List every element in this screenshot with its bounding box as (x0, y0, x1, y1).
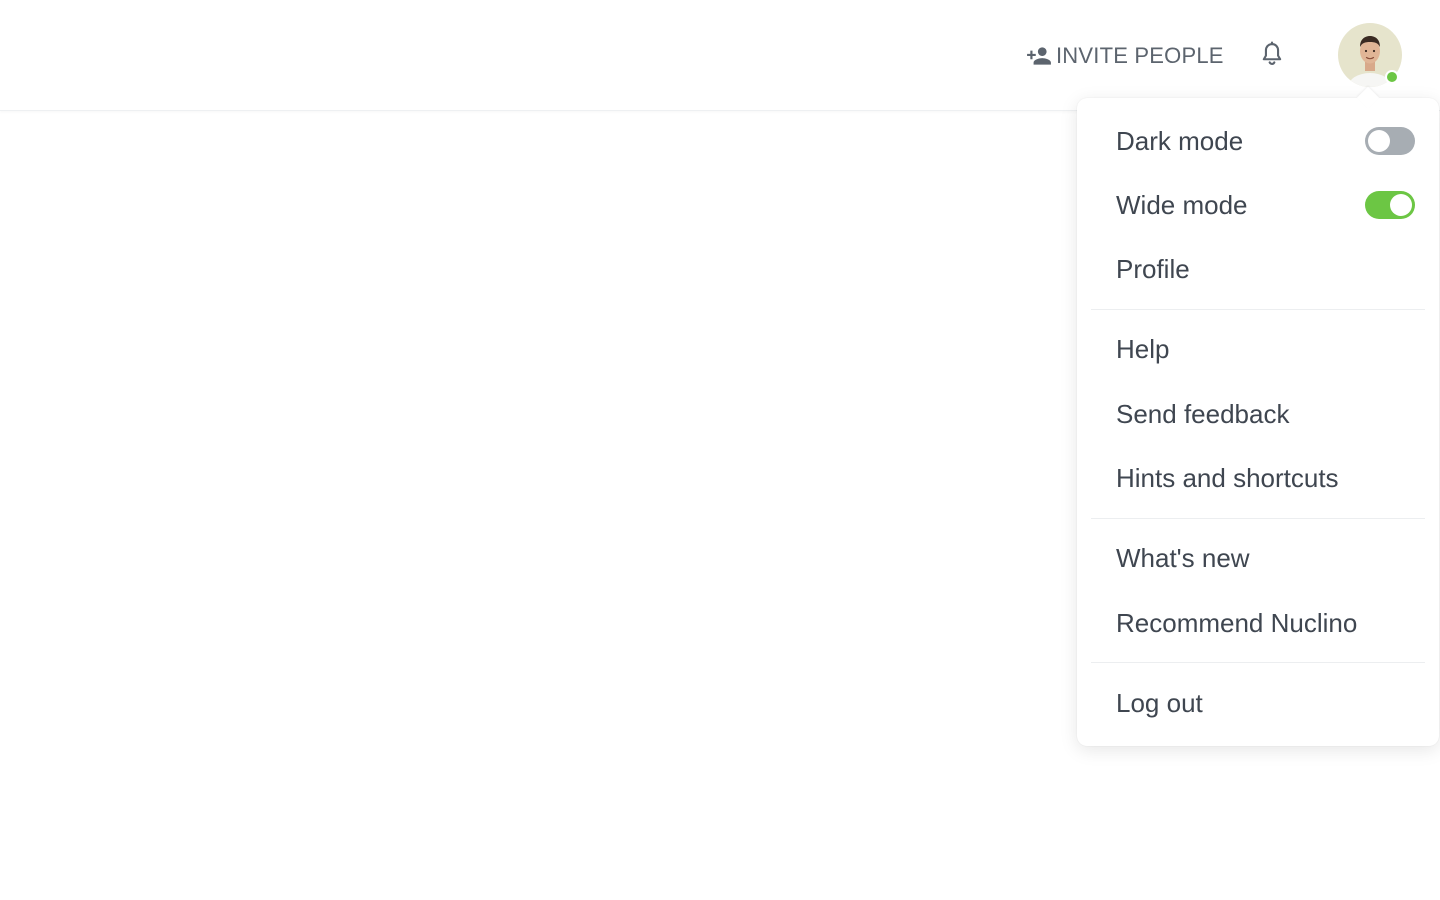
bell-icon (1262, 41, 1282, 65)
notifications-button[interactable] (1254, 36, 1290, 72)
dark-mode-label: Dark mode (1116, 125, 1244, 156)
menu-item-help[interactable]: Help (1077, 321, 1439, 377)
whats-new-label: What's new (1116, 542, 1250, 573)
presence-online-indicator (1385, 70, 1399, 84)
log-out-label: Log out (1116, 687, 1203, 718)
invite-people-button[interactable]: INVITE PEOPLE (1026, 38, 1224, 74)
wide-mode-toggle[interactable] (1365, 191, 1415, 219)
hints-shortcuts-label: Hints and shortcuts (1116, 462, 1339, 493)
menu-item-log-out[interactable]: Log out (1077, 675, 1439, 731)
menu-item-whats-new[interactable]: What's new (1077, 530, 1439, 586)
menu-divider (1091, 662, 1425, 663)
recommend-label: Recommend Nuclino (1116, 607, 1358, 638)
menu-item-wide-mode[interactable]: Wide mode (1077, 177, 1439, 233)
menu-divider (1091, 518, 1425, 519)
top-bar: INVITE PEOPLE (0, 0, 1440, 111)
invite-people-label: INVITE PEOPLE (1056, 43, 1224, 68)
menu-item-hints-shortcuts[interactable]: Hints and shortcuts (1077, 450, 1439, 506)
help-label: Help (1116, 333, 1170, 364)
account-menu: Dark mode Wide mode Profile Help Send fe… (1077, 86, 1439, 746)
avatar[interactable] (1338, 23, 1402, 87)
wide-mode-label: Wide mode (1116, 189, 1248, 220)
menu-item-recommend[interactable]: Recommend Nuclino (1077, 595, 1439, 651)
send-feedback-label: Send feedback (1116, 398, 1290, 429)
toggle-knob (1390, 194, 1412, 216)
menu-divider (1091, 309, 1425, 310)
menu-item-send-feedback[interactable]: Send feedback (1077, 386, 1439, 442)
menu-item-profile[interactable]: Profile (1077, 241, 1439, 297)
profile-label: Profile (1116, 253, 1190, 284)
toggle-knob (1368, 130, 1390, 152)
dark-mode-toggle[interactable] (1365, 127, 1415, 155)
add-person-icon (1027, 47, 1051, 65)
menu-item-dark-mode[interactable]: Dark mode (1077, 113, 1439, 169)
